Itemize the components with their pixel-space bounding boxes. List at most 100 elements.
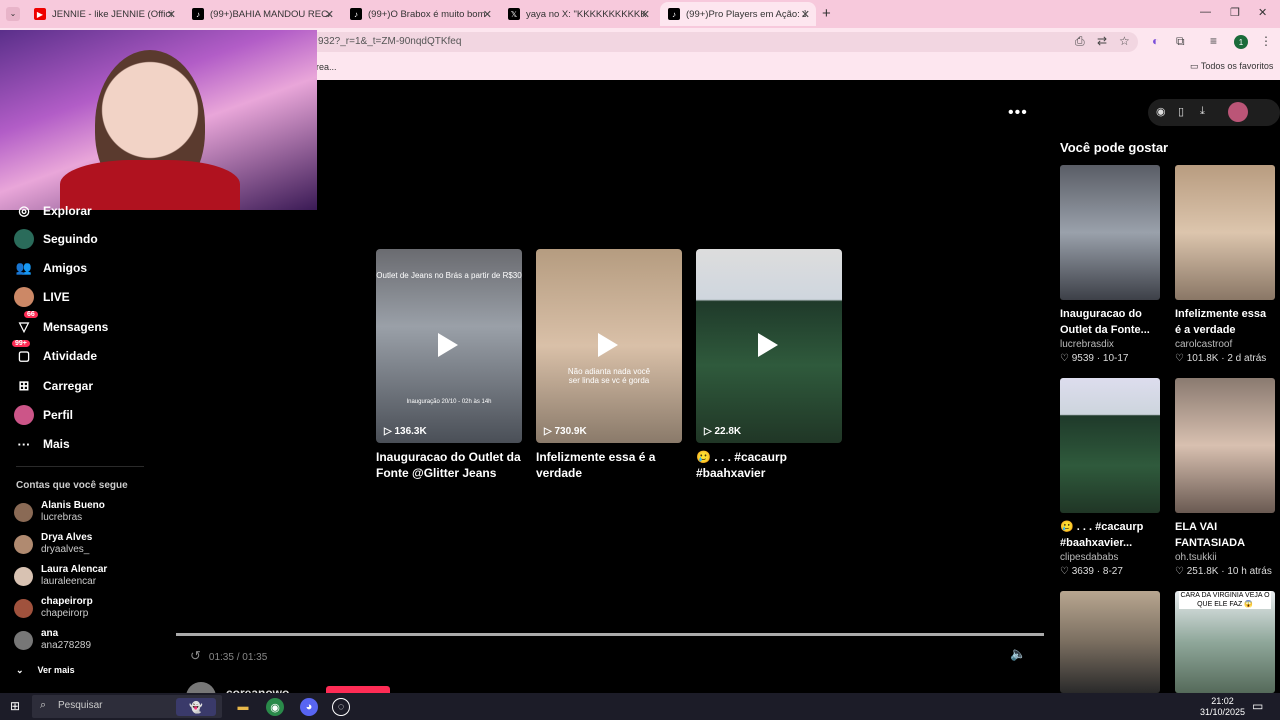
browser-tab-bar: ⌄ ▶ JENNIE - like JENNIE (Official V ✕ ♪…: [0, 0, 1280, 28]
post-date: 10 h atrás: [1227, 566, 1272, 577]
video-thumbnail: ▷ 22.8K: [696, 249, 842, 443]
recommended-video[interactable]: [1060, 591, 1160, 693]
video-thumbnail: [1060, 165, 1160, 300]
obs-icon[interactable]: ◌: [332, 698, 350, 716]
sidebar-item-explorar[interactable]: ◎ Explorar: [14, 200, 92, 222]
sidebar-item-atividade[interactable]: ▢ 99+ Atividade: [12, 340, 97, 367]
tiktok-icon: ♪: [350, 8, 362, 20]
translate-icon[interactable]: ⇄: [1097, 34, 1107, 48]
profile-avatar[interactable]: 1: [1234, 35, 1248, 49]
search-label: Pesquisar: [58, 700, 103, 711]
avatar: [14, 598, 33, 618]
video-author[interactable]: clipesdababs: [1060, 551, 1160, 565]
like-count: 101.8K: [1186, 353, 1219, 364]
close-tab-icon[interactable]: ✕: [483, 8, 492, 21]
video-caption: Inauguracao do Outlet da Fonte...: [1060, 308, 1150, 336]
sidebar-item-mensagens[interactable]: ▽ 66 Mensagens: [14, 311, 108, 338]
sidebar-item-live[interactable]: LIVE: [14, 286, 70, 308]
tab-list-chevron-icon[interactable]: ⌄: [6, 7, 20, 21]
close-tab-icon[interactable]: ✕: [167, 8, 176, 21]
sidebar-item-label: Explorar: [43, 204, 92, 218]
recommended-video[interactable]: Infelizmente essa é a verdade carolcastr…: [1175, 165, 1275, 366]
end-screen-video-card[interactable]: Outlet de Jeans no Brás a partir de R$30…: [376, 249, 522, 481]
browser-tab[interactable]: ♪ (99+)BAHIA MANDOU RECADO ✕: [184, 2, 340, 26]
end-screen-video-card[interactable]: Não adianta nada você ser linda se vc é …: [536, 249, 682, 481]
folder-icon: ▭: [1190, 61, 1201, 71]
puzzle-extensions-icon[interactable]: ⧉: [1176, 34, 1185, 49]
recommended-video[interactable]: ELA VAI FANTASIADA SIM... oh.tsukkii ♡ 2…: [1175, 378, 1275, 579]
download-icon[interactable]: ⤓: [1200, 105, 1205, 118]
close-tab-icon[interactable]: ✕: [325, 8, 334, 21]
chrome-icon[interactable]: ◉: [266, 698, 284, 716]
upload-icon: ⊞: [18, 378, 30, 393]
following-account[interactable]: Drya Alves dryaalves_: [14, 532, 92, 556]
following-account[interactable]: Alanis Bueno lucrebras: [14, 500, 105, 524]
sidebar-item-mais[interactable]: ··· Mais: [14, 433, 70, 455]
widget-icon[interactable]: 👻: [176, 698, 216, 716]
video-author[interactable]: carolcastroof: [1175, 338, 1275, 352]
restore-icon[interactable]: ❐: [1230, 6, 1240, 19]
new-tab-plus-icon[interactable]: +: [822, 5, 831, 22]
video-progress-bar[interactable]: [176, 633, 1044, 636]
bookmark-item[interactable]: rea...: [316, 62, 337, 72]
recommended-video[interactable]: CARA DA VIRGINIA VEJA O QUE ELE FAZ 😱: [1175, 591, 1275, 693]
like-count: 9539: [1071, 353, 1094, 364]
volume-icon[interactable]: 🔈: [1010, 646, 1026, 662]
browser-menu-icon[interactable]: ⋮: [1260, 34, 1272, 48]
recommend-title: Você pode gostar: [1060, 140, 1169, 155]
webcam-overlay: [0, 30, 317, 210]
video-caption: ELA VAI FANTASIADA SIM...: [1175, 521, 1245, 549]
avatar: [14, 534, 33, 554]
play-small-icon: ▷: [704, 426, 715, 437]
profile-icon: [14, 405, 34, 425]
file-explorer-icon[interactable]: ▬: [234, 698, 252, 716]
video-caption: Infelizmente essa é a verdade: [1175, 308, 1267, 336]
video-meta: ♡ 251.8K · 10 h atrás: [1175, 566, 1272, 577]
tab-search-icon[interactable]: ≡: [1210, 34, 1217, 48]
recommended-video[interactable]: Inauguracao do Outlet da Fonte... lucreb…: [1060, 165, 1160, 366]
video-author[interactable]: lucrebrasdix: [1060, 338, 1160, 352]
account-name: ana: [41, 628, 59, 639]
windows-start-icon[interactable]: ⊞: [10, 699, 20, 713]
install-app-icon[interactable]: ⎙: [1075, 34, 1085, 49]
avatar[interactable]: [1228, 102, 1248, 122]
browser-tab[interactable]: ▶ JENNIE - like JENNIE (Official V ✕: [26, 2, 182, 26]
browser-tab[interactable]: ♪ (99+)O Brabox é muito bom k ✕: [342, 2, 498, 26]
view-count: ▷ 22.8K: [704, 426, 741, 437]
browser-tab-active[interactable]: ♪ (99+)Pro Players em Ação: Jog ✕: [660, 2, 816, 26]
recommended-video[interactable]: 🥲 . . . #cacaurp #baahxavier... clipesda…: [1060, 378, 1160, 579]
bookmark-star-icon[interactable]: ☆: [1119, 34, 1130, 48]
embed-icon[interactable]: ◉: [1156, 105, 1166, 118]
browser-tab[interactable]: 𝕏 yaya no X: "KKKKKKKKKKKKKK ✕: [500, 2, 656, 26]
replay-icon[interactable]: ↺: [190, 648, 201, 663]
sidebar-item-amigos[interactable]: 👥 Amigos: [14, 257, 87, 279]
sidebar-item-carregar[interactable]: ⊞ Carregar: [14, 375, 93, 397]
sidebar-item-perfil[interactable]: Perfil: [14, 404, 73, 426]
discord-icon[interactable]: ◕: [300, 698, 318, 716]
phone-icon[interactable]: ▯: [1178, 105, 1184, 118]
end-screen-video-card[interactable]: ▷ 22.8K 🥲 . . . #cacaurp #baahxavier #ma…: [696, 249, 842, 481]
minimize-icon[interactable]: —: [1200, 6, 1211, 18]
sidebar-item-label: Seguindo: [43, 232, 98, 246]
taskbar-clock[interactable]: 21:02 31/10/2025: [1200, 696, 1245, 718]
view-count-value: 22.8K: [714, 426, 742, 437]
more-options-icon[interactable]: •••: [1008, 104, 1028, 122]
x-icon: 𝕏: [508, 8, 520, 20]
tiktok-sidebar: ◎ Explorar Seguindo 👥 Amigos LIVE ▽ 66 Me…: [0, 200, 160, 693]
all-bookmarks[interactable]: ▭ Todos os favoritos: [1190, 61, 1273, 72]
window-close-icon[interactable]: ✕: [1258, 6, 1267, 19]
close-tab-icon[interactable]: ✕: [801, 8, 810, 21]
following-account[interactable]: ana ana278289: [14, 628, 91, 652]
extension-icon[interactable]: ◐: [1152, 34, 1159, 48]
following-account[interactable]: Laura Alencar lauraleencar: [14, 564, 107, 588]
address-bar[interactable]: 932?_r=1&_t=ZM-90nqdQTKfeq: [300, 32, 1138, 52]
thumbnail-overlay-text: CARA DA VIRGINIA VEJA O QUE ELE FAZ 😱: [1179, 591, 1271, 609]
video-author[interactable]: oh.tsukkii: [1175, 551, 1275, 565]
see-more-button[interactable]: ⌄ Ver mais: [16, 662, 89, 676]
sidebar-item-seguindo[interactable]: Seguindo: [14, 228, 98, 250]
following-account[interactable]: chapeirorp chapeirorp: [14, 596, 93, 620]
close-tab-icon[interactable]: ✕: [641, 8, 650, 21]
video-thumbnail: [1060, 378, 1160, 513]
notification-icon[interactable]: ▭: [1252, 699, 1263, 713]
following-section-title: Contas que você segue: [16, 480, 128, 491]
